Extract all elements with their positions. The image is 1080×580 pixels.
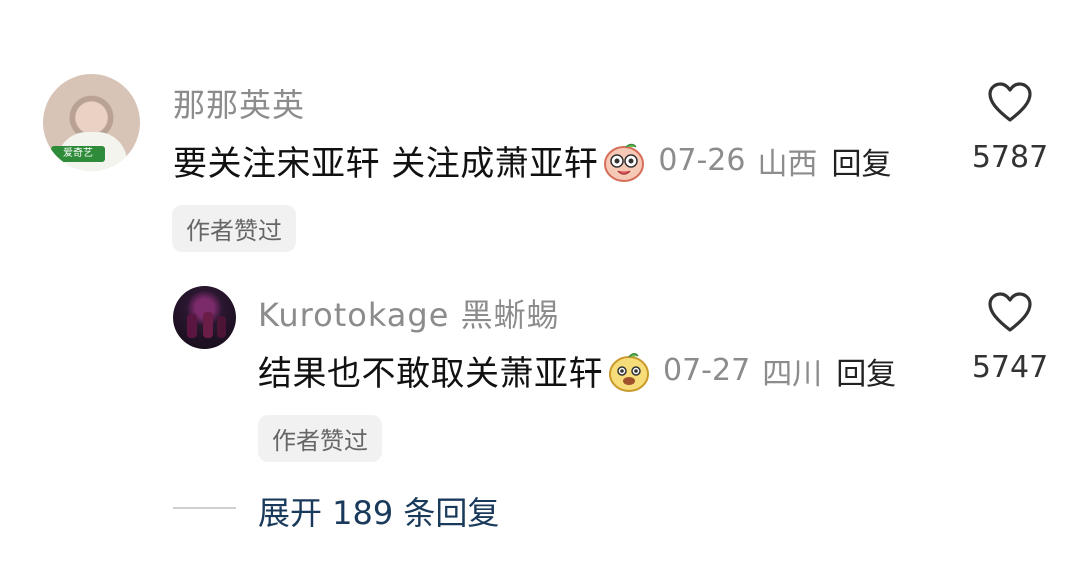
expand-divider — [173, 507, 236, 509]
username[interactable]: Kurotokage 黑蜥蜴 — [258, 290, 560, 336]
avatar-figure — [203, 312, 213, 338]
comment-line: 结果也不敢取关萧亚轩 07-27 四川 回复 — [258, 346, 896, 395]
yellow-fruit-emoji — [609, 352, 649, 392]
like-count: 5747 — [971, 350, 1049, 385]
comment-location: 山西 — [757, 146, 818, 182]
comment-date: 07-27 — [663, 353, 751, 388]
reply-button[interactable]: 回复 — [836, 349, 896, 393]
comment-date: 07-26 — [658, 143, 746, 178]
comment-text: 结果也不敢取关萧亚轩 — [258, 354, 603, 394]
avatar[interactable] — [173, 286, 236, 349]
comment-location: 四川 — [762, 356, 823, 392]
heart-icon[interactable] — [987, 291, 1033, 333]
comment-line: 要关注宋亚轩 关注成萧亚轩 07-26 山西 回复 — [173, 136, 892, 185]
avatar-badge: 爱奇艺 — [51, 146, 105, 162]
avatar-figure — [217, 316, 226, 338]
avatar-figure — [187, 314, 197, 338]
reply-button[interactable]: 回复 — [832, 139, 892, 183]
comment-text: 要关注宋亚轩 关注成萧亚轩 — [173, 144, 599, 184]
expand-replies-button[interactable]: 展开 189 条回复 — [258, 488, 499, 534]
author-liked-badge: 作者赞过 — [258, 415, 382, 462]
blushing-peach-emoji — [604, 143, 645, 182]
username[interactable]: 那那英英 — [173, 80, 305, 126]
heart-icon[interactable] — [987, 81, 1033, 123]
like-count: 5787 — [971, 140, 1049, 175]
avatar[interactable]: 爱奇艺 — [43, 74, 140, 171]
author-liked-badge: 作者赞过 — [172, 205, 296, 252]
